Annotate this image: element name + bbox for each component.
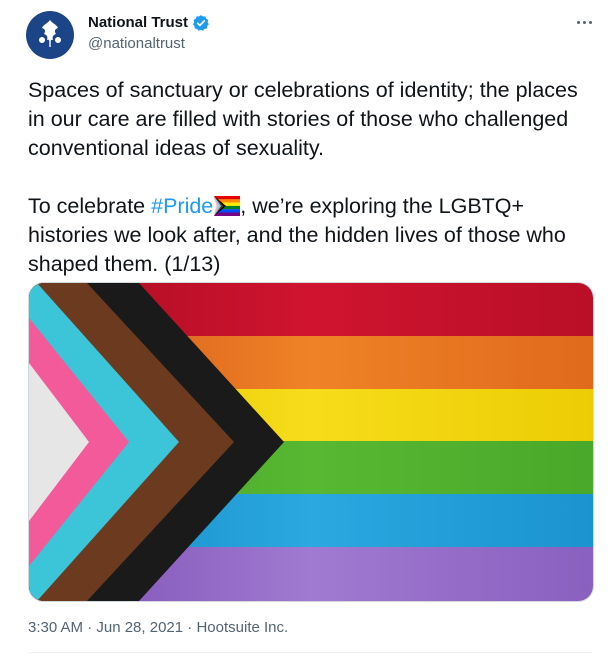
tweet-card: National Trust @nationaltrust Spaces of … <box>0 0 616 655</box>
tweet-meta: 3:30 AM · Jun 28, 2021 · Hootsuite Inc. <box>28 618 288 638</box>
hashtag-link[interactable]: #Pride <box>151 194 213 218</box>
divider <box>28 652 592 653</box>
verified-badge-icon <box>192 14 210 32</box>
tweet-header: National Trust @nationaltrust <box>88 13 210 54</box>
more-dots-icon[interactable] <box>572 14 596 30</box>
timestamp-link[interactable]: 3:30 AM · Jun 28, 2021 <box>28 619 183 636</box>
media-image[interactable] <box>28 282 594 602</box>
meta-separator: · <box>183 619 197 636</box>
handle[interactable]: @nationaltrust <box>88 34 210 54</box>
tweet-text: Spaces of sanctuary or celebrations of i… <box>28 76 593 279</box>
progress-pride-flag-icon <box>214 195 241 216</box>
display-name[interactable]: National Trust <box>88 13 188 33</box>
oak-leaf-icon <box>33 16 67 55</box>
source-link[interactable]: Hootsuite Inc. <box>196 619 288 636</box>
avatar[interactable] <box>26 11 74 59</box>
progress-pride-flag-image <box>29 283 593 601</box>
